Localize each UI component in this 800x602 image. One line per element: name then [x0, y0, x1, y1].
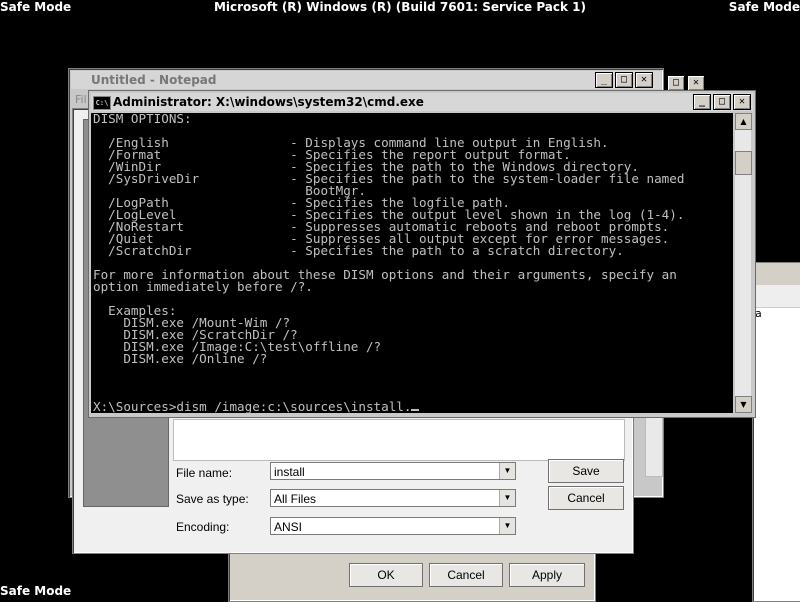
file-name-input[interactable]: install ▼ [270, 462, 516, 480]
maximize-icon[interactable]: □ [667, 75, 685, 91]
encoding-value: ANSI [274, 520, 303, 534]
build-label: Microsoft (R) Windows (R) (Build 7601: S… [213, 0, 587, 14]
console-scrollbar[interactable]: ▲ ▼ [735, 113, 752, 413]
safe-mode-label-bottom-left: Safe Mode [0, 584, 72, 598]
close-icon[interactable]: ✕ [687, 75, 705, 91]
chevron-down-icon[interactable]: ▼ [499, 490, 515, 506]
maximize-icon[interactable]: □ [615, 72, 633, 88]
dialog-scrollbar[interactable] [645, 409, 663, 477]
apply-button[interactable]: Apply [509, 563, 585, 587]
dialog-cancel-button[interactable]: Cancel [548, 486, 624, 510]
right-background-window: a [752, 262, 800, 602]
file-list[interactable] [173, 419, 625, 461]
encoding-select[interactable]: ANSI ▼ [270, 517, 516, 535]
file-name-label: File name: [176, 466, 233, 480]
text-cursor [411, 409, 420, 411]
cmd-title-bar[interactable]: C:\ Administrator: X:\windows\system32\c… [91, 93, 753, 111]
scroll-thumb[interactable] [735, 151, 752, 175]
close-icon[interactable]: ✕ [635, 72, 653, 88]
scroll-down-icon[interactable]: ▼ [735, 396, 752, 413]
close-icon[interactable]: ✕ [733, 94, 751, 110]
ok-button[interactable]: OK [349, 563, 423, 587]
chevron-down-icon[interactable]: ▼ [499, 518, 515, 534]
cmd-icon: C:\ [93, 96, 111, 110]
cmd-window: C:\ Administrator: X:\windows\system32\c… [88, 90, 756, 418]
console-output[interactable]: DISM OPTIONS: /English - Displays comman… [91, 113, 733, 413]
chevron-down-icon[interactable]: ▼ [499, 463, 515, 479]
save-as-type-label: Save as type: [176, 492, 249, 506]
background-window-caption-buttons: □ ✕ [667, 75, 705, 91]
console-line: X:\Sources>dism /image:c:\sources\instal… [93, 400, 733, 413]
notepad-title: Untitled - Notepad [91, 73, 217, 87]
file-name-value: install [274, 465, 305, 479]
console-line: /ScratchDir - Specifies the path to a sc… [93, 243, 624, 258]
right-window-partial-text: a [755, 307, 762, 320]
maximize-icon[interactable]: □ [713, 94, 731, 110]
properties-dialog: OK Cancel Apply [228, 548, 596, 602]
console-line: DISM.exe /Online /? [93, 351, 268, 366]
console-line: DISM OPTIONS: [93, 113, 192, 126]
save-as-type-select[interactable]: All Files ▼ [270, 489, 516, 507]
cancel-button[interactable]: Cancel [429, 563, 503, 587]
cmd-title: Administrator: X:\windows\system32\cmd.e… [113, 95, 424, 109]
save-as-type-value: All Files [274, 492, 317, 506]
minimize-icon[interactable]: _ [595, 72, 613, 88]
scroll-up-icon[interactable]: ▲ [735, 113, 752, 130]
console-line: option immediately before /?. [93, 279, 313, 294]
encoding-label: Encoding: [176, 520, 230, 534]
minimize-icon[interactable]: _ [693, 94, 711, 110]
save-button[interactable]: Save [548, 459, 624, 483]
notepad-title-bar[interactable]: Untitled - Notepad _ □ ✕ [71, 71, 661, 89]
notepad-menu-fragment[interactable]: Fil [75, 93, 87, 106]
